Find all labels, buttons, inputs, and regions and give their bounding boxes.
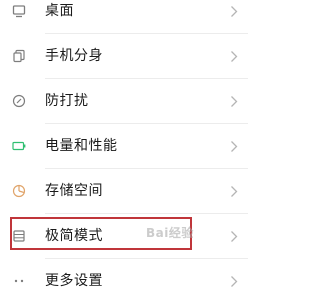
settings-item-more-settings[interactable]: 更多设置 [0,259,248,304]
chevron-right-icon [231,276,238,287]
settings-item-do-not-disturb[interactable]: 防打扰 [0,79,248,124]
watermark: Bai经验 [146,226,194,240]
chevron-right-icon [231,51,238,62]
settings-item-label: 防打扰 [45,93,89,109]
settings-item-battery[interactable]: 电量和性能 [0,124,248,169]
settings-item-label: 更多设置 [45,273,103,289]
desktop-icon [12,4,26,18]
do-not-disturb-icon [12,94,26,108]
storage-icon [12,184,26,198]
chevron-right-icon [231,231,238,242]
phone-clone-icon [12,49,26,63]
settings-item-label: 手机分身 [45,48,103,64]
more-icon [12,274,26,288]
settings-item-label: 桌面 [45,3,74,19]
settings-item-phone-clone[interactable]: 手机分身 [0,34,248,79]
settings-item-storage[interactable]: 存储空间 [0,169,248,214]
chevron-right-icon [231,96,238,107]
settings-item-desktop[interactable]: 桌面 [0,0,248,34]
battery-icon [12,139,26,153]
chevron-right-icon [231,186,238,197]
chevron-right-icon [231,6,238,17]
chevron-right-icon [231,141,238,152]
settings-item-label: 存储空间 [45,183,103,199]
settings-item-label: 电量和性能 [45,138,118,154]
settings-list: 桌面 手机分身 防打扰 电量和性能 存储空间 极简模式 更多设置 [0,0,248,304]
